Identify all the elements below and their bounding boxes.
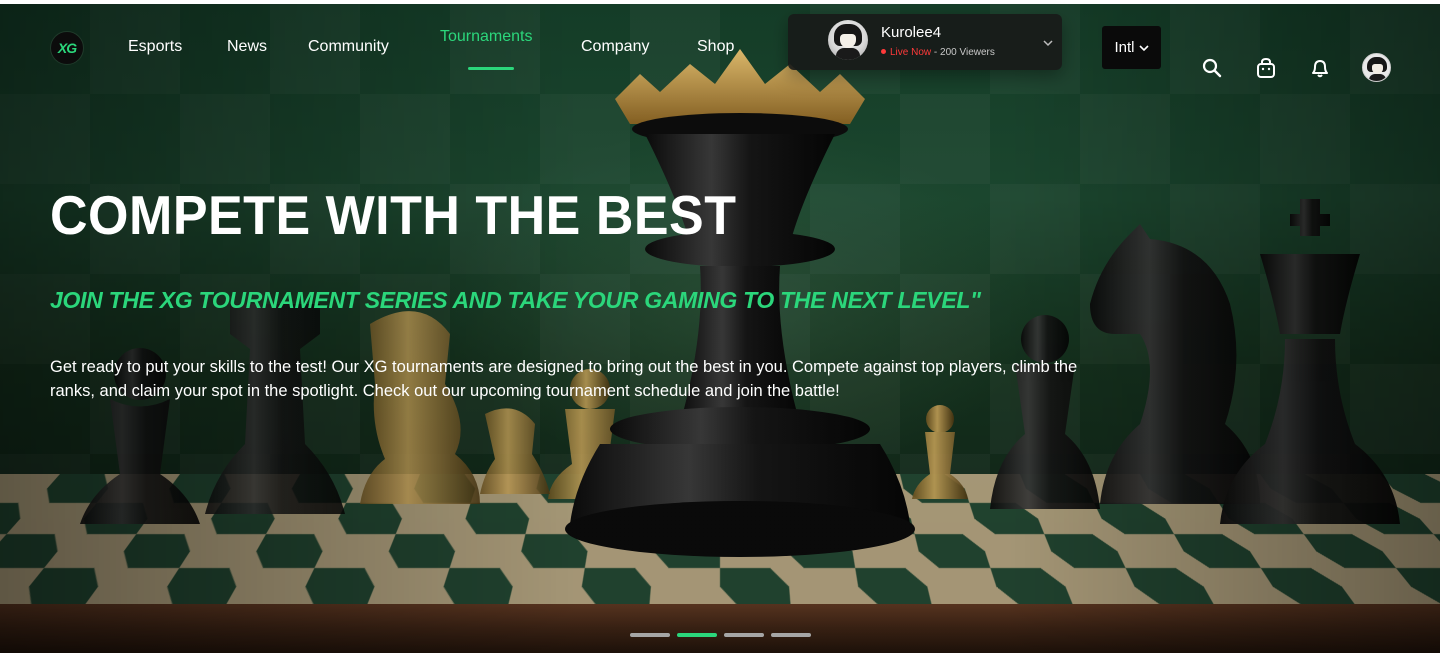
chevron-down-icon bbox=[1138, 44, 1149, 51]
brand-logo[interactable]: XG bbox=[50, 31, 84, 65]
chevron-down-icon[interactable] bbox=[1043, 38, 1053, 48]
streamer-name: Kurolee4 bbox=[881, 24, 942, 41]
live-status: Live Now - 200 Viewers bbox=[881, 47, 995, 58]
carousel-dot-active[interactable] bbox=[677, 633, 717, 637]
live-dot-icon bbox=[881, 49, 886, 54]
carousel-dot[interactable] bbox=[630, 633, 670, 637]
search-icon[interactable] bbox=[1200, 56, 1224, 80]
hero-banner bbox=[0, 4, 1440, 653]
carousel-dot[interactable] bbox=[724, 633, 764, 637]
logo-text: XG bbox=[57, 40, 77, 56]
viewer-count: 200 Viewers bbox=[940, 47, 995, 58]
live-stream-card[interactable]: Kurolee4 Live Now - 200 Viewers bbox=[788, 14, 1062, 70]
hero-description: Get ready to put your skills to the test… bbox=[50, 358, 1078, 400]
hero-subheadline: Join The XG Tournament Series And Take Y… bbox=[50, 287, 981, 313]
language-selector[interactable]: Intl bbox=[1102, 26, 1161, 69]
carousel-indicators bbox=[630, 633, 811, 637]
nav-active-indicator bbox=[468, 67, 514, 70]
top-navigation: XG Esports News Community Tournaments Co… bbox=[0, 4, 1440, 94]
hero-headline: Compete With The Best bbox=[50, 185, 737, 247]
bell-icon[interactable] bbox=[1308, 56, 1332, 80]
streamer-avatar bbox=[828, 20, 868, 60]
live-separator: - bbox=[931, 47, 941, 58]
user-avatar[interactable] bbox=[1362, 53, 1391, 82]
nav-community[interactable]: Community bbox=[308, 38, 389, 56]
nav-company[interactable]: Company bbox=[581, 38, 649, 56]
nav-esports[interactable]: Esports bbox=[128, 38, 182, 56]
hero-vignette bbox=[0, 4, 1440, 653]
nav-tournaments[interactable]: Tournaments bbox=[440, 28, 533, 46]
language-label: Intl bbox=[1114, 39, 1135, 56]
nav-shop[interactable]: Shop bbox=[697, 38, 734, 56]
nav-news[interactable]: News bbox=[227, 38, 267, 56]
carousel-dot[interactable] bbox=[771, 633, 811, 637]
live-now-label: Live Now bbox=[890, 47, 932, 58]
bag-icon[interactable] bbox=[1254, 56, 1278, 80]
